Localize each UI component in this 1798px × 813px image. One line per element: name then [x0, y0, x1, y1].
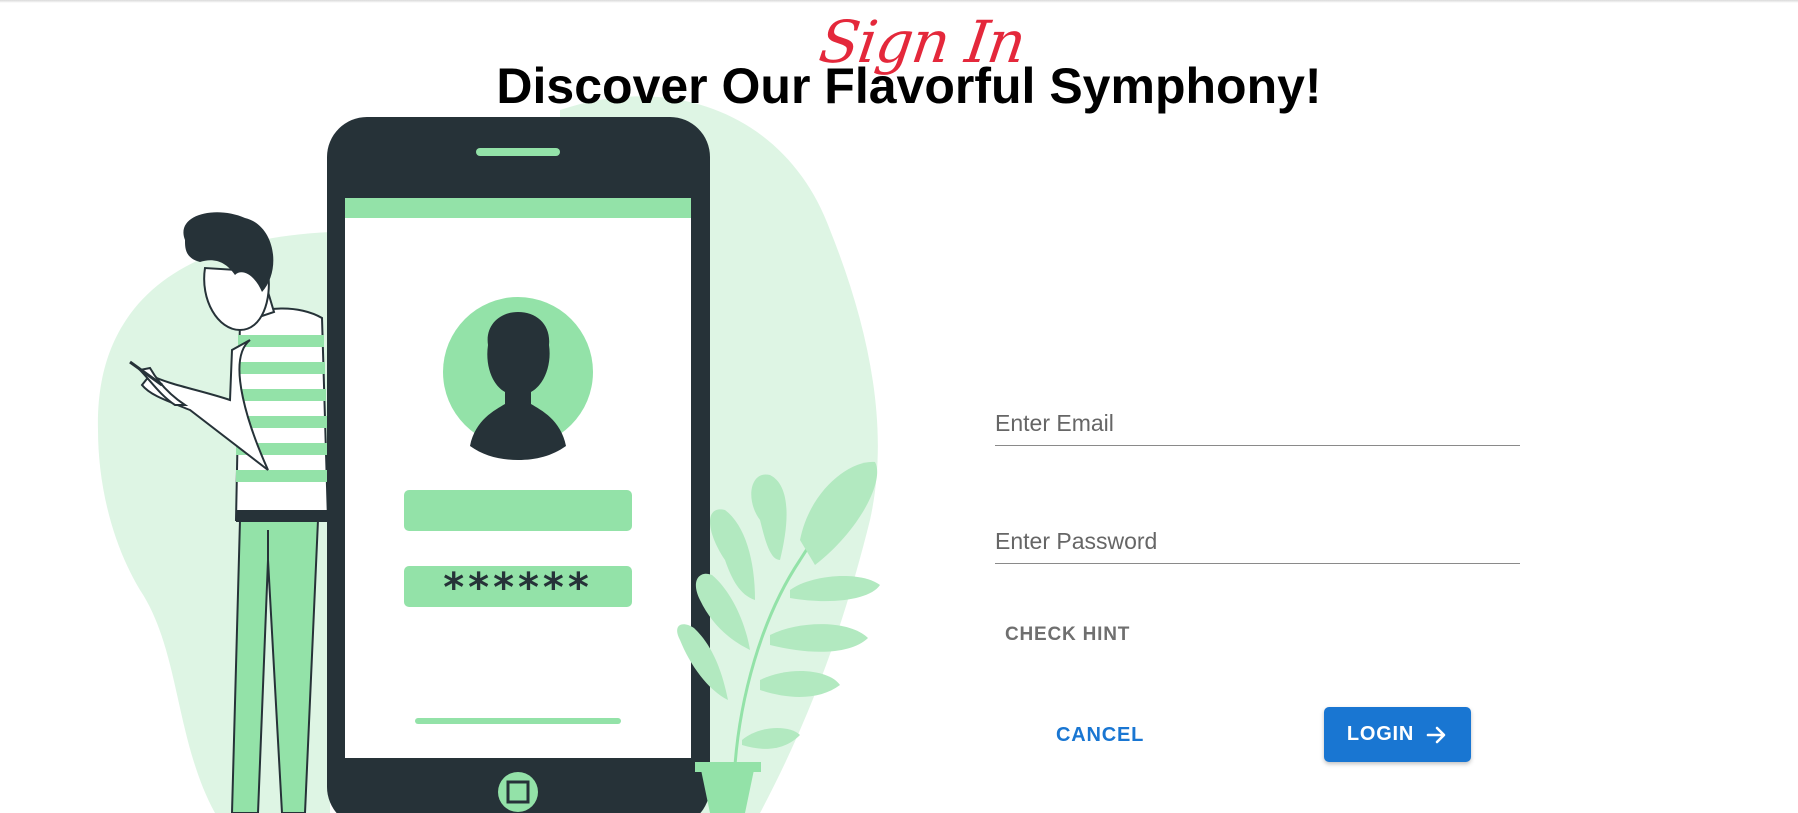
password-field[interactable]: [995, 521, 1520, 561]
login-button[interactable]: LOGIN: [1324, 707, 1471, 762]
cancel-button[interactable]: CANCEL: [1056, 720, 1144, 751]
login-form: [995, 395, 1520, 564]
email-field-wrapper: [995, 395, 1520, 446]
email-field[interactable]: [995, 403, 1520, 443]
phone-home-icon: [498, 772, 538, 812]
arrow-right-icon: [1426, 726, 1446, 743]
check-hint-button[interactable]: CHECK HINT: [1005, 620, 1130, 650]
page-headline: Discover Our Flavorful Symphony!: [496, 58, 1322, 114]
phone-icon: ******: [327, 117, 710, 813]
login-illustration: ******: [97, 96, 880, 813]
login-button-label: LOGIN: [1346, 723, 1415, 745]
password-field-wrapper: [995, 513, 1520, 564]
phone-password-mask: ******: [443, 565, 593, 611]
sign-in-page: ****** Sign In Discover Our Flavorful Sy…: [0, 0, 1798, 813]
